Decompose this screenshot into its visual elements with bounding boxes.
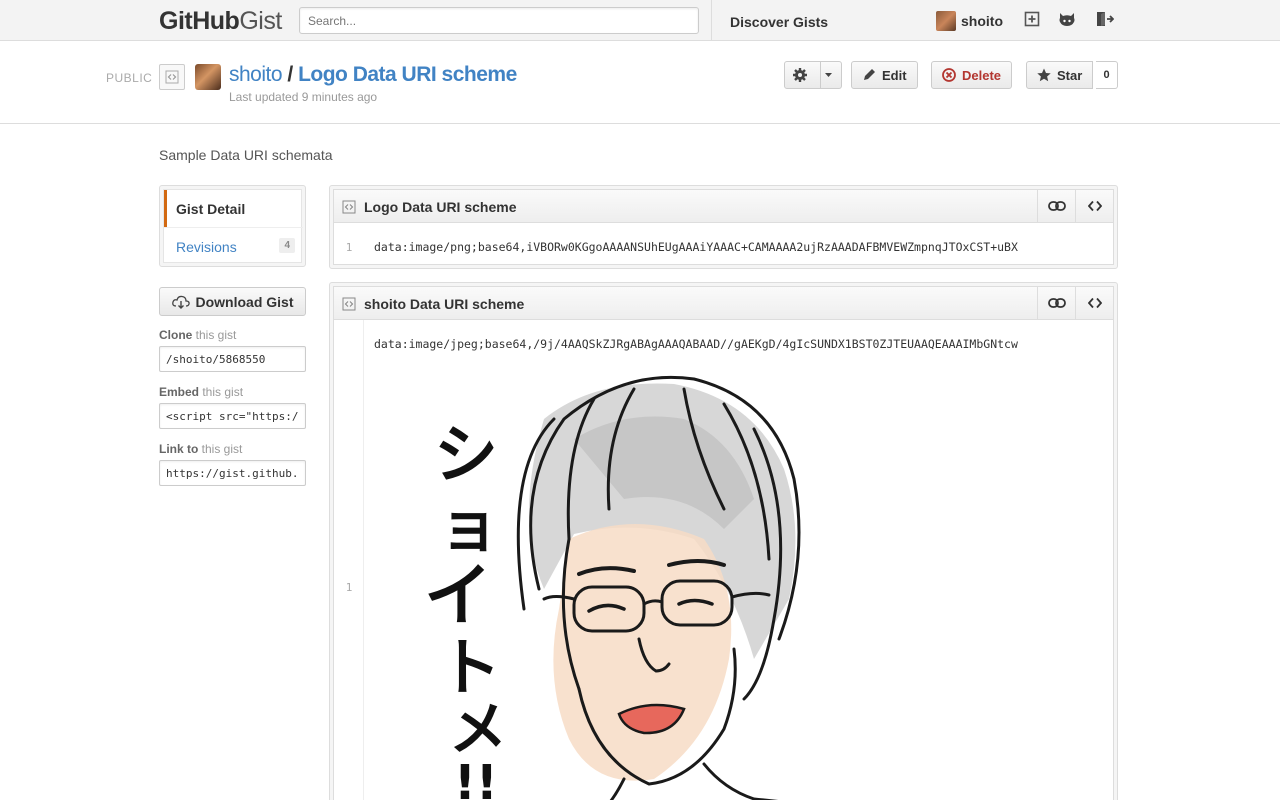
file-header: Logo Data URI scheme (334, 190, 1113, 223)
last-updated: Last updated 9 minutes ago (229, 90, 378, 104)
code-icon (159, 64, 185, 90)
file-code-icon (342, 200, 356, 217)
file-code-icon (342, 297, 356, 314)
view-raw-icon[interactable] (1075, 190, 1113, 222)
sign-out-icon[interactable] (1096, 11, 1115, 29)
code-line: data:image/png;base64,iVBORw0KGgoAAAANSU… (374, 240, 1018, 254)
view-raw-icon[interactable] (1075, 287, 1113, 319)
new-gist-icon[interactable] (1024, 11, 1042, 29)
cloud-download-icon (171, 295, 190, 309)
octocat-icon[interactable] (1058, 11, 1076, 29)
star-count[interactable]: 0 (1096, 61, 1118, 89)
gist-header: PUBLIC shoito / Logo Data URI scheme Las… (0, 41, 1280, 124)
clone-url-field[interactable] (159, 346, 306, 372)
download-gist-button[interactable]: Download Gist (159, 287, 306, 316)
katakana-to: ト (439, 631, 501, 704)
gist-description: Sample Data URI schemata (159, 147, 333, 163)
gist-title: shoito / Logo Data URI scheme (229, 63, 517, 86)
nav-revisions[interactable]: Revisions 4 (164, 227, 303, 264)
star-icon (1037, 68, 1051, 82)
github-gist-logo[interactable]: GitHubGist (159, 7, 282, 36)
delete-button[interactable]: Delete (931, 61, 1013, 89)
portrait-sketch-image: シ ョ イ ト メ !! (424, 375, 801, 800)
exclamation-marks: !! (454, 755, 498, 800)
file-header: shoito Data URI scheme (334, 287, 1113, 320)
username-link[interactable]: shoito (961, 13, 1003, 29)
search-input[interactable] (299, 7, 699, 34)
line-number: 1 (345, 241, 353, 254)
gist-name-link[interactable]: Logo Data URI scheme (298, 63, 517, 86)
permalink-icon[interactable] (1037, 287, 1075, 319)
file-name[interactable]: shoito Data URI scheme (364, 296, 524, 312)
code-line: data:image/jpeg;base64,/9j/4AAQSkZJRgABA… (374, 337, 1018, 351)
edit-button[interactable]: Edit (851, 61, 918, 89)
gear-icon (785, 67, 820, 83)
link-label: Link to this gist (159, 442, 243, 456)
link-url-field[interactable] (159, 460, 306, 486)
revisions-count-badge: 4 (279, 238, 295, 253)
top-divider (711, 0, 712, 41)
discover-gists-link[interactable]: Discover Gists (730, 14, 828, 30)
embed-code-field[interactable] (159, 403, 306, 429)
pencil-icon (864, 69, 875, 80)
file-box: Logo Data URI scheme 1 data:image/png;ba… (329, 185, 1118, 269)
chevron-down-icon (820, 62, 841, 88)
settings-dropdown-button[interactable] (784, 61, 842, 89)
line-number: 1 (345, 581, 353, 594)
nav-gist-detail[interactable]: Gist Detail (164, 190, 303, 227)
katakana-me: メ (449, 695, 507, 763)
delete-icon (942, 68, 956, 82)
owner-avatar[interactable] (195, 64, 221, 90)
katakana-shi: シ (434, 419, 498, 493)
katakana-i: イ (424, 557, 492, 636)
top-bar: GitHubGist Discover Gists shoito (0, 0, 1280, 41)
visibility-label: PUBLIC (106, 71, 153, 85)
user-avatar[interactable] (936, 11, 956, 31)
clone-label: Clone this gist (159, 328, 237, 342)
file-name[interactable]: Logo Data URI scheme (364, 199, 516, 215)
embed-label: Embed this gist (159, 385, 244, 399)
katakana-yo: ョ (439, 492, 499, 562)
revisions-label: Revisions (176, 239, 237, 255)
gist-nav: Gist Detail Revisions 4 (159, 185, 306, 267)
star-button[interactable]: Star (1026, 61, 1094, 89)
file-box: shoito Data URI scheme 1 data:image/jpeg… (329, 282, 1118, 800)
owner-link[interactable]: shoito (229, 63, 283, 86)
permalink-icon[interactable] (1037, 190, 1075, 222)
